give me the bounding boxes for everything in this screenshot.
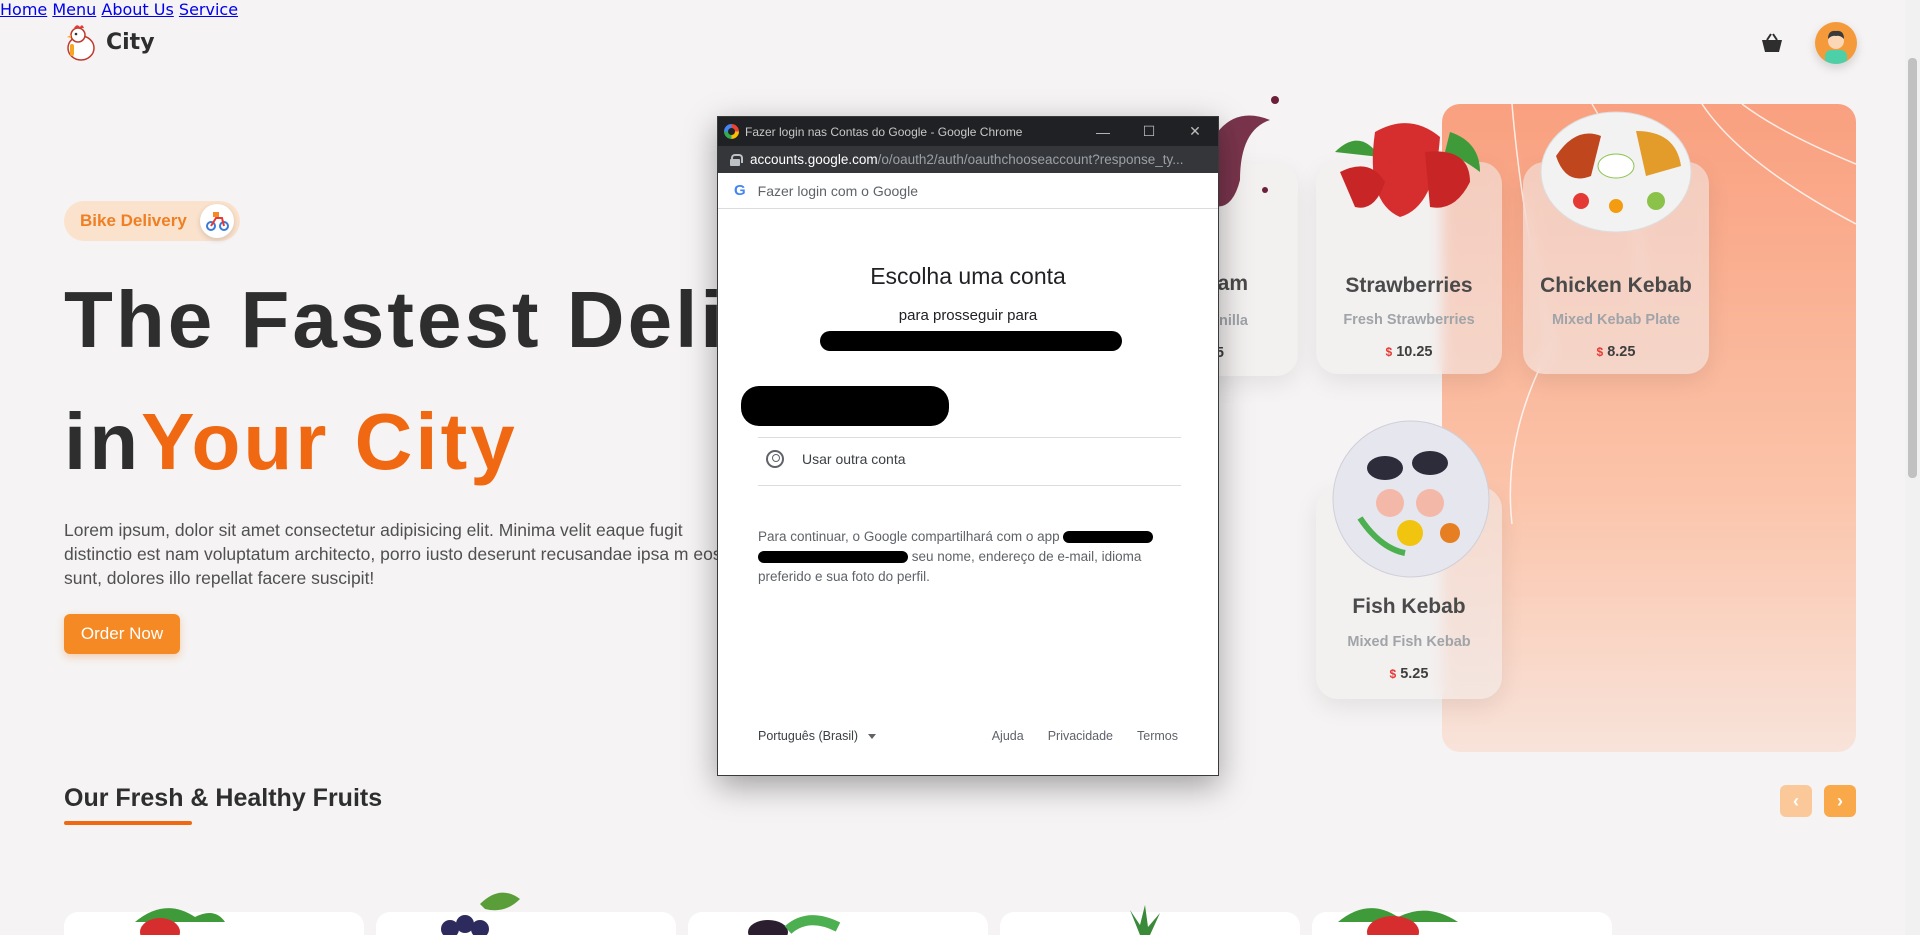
nav-service[interactable]: Service <box>179 0 238 19</box>
chrome-google-icon <box>724 124 739 139</box>
choose-account-title: Escolha uma conta <box>870 263 1066 289</box>
strawberries-image <box>1335 123 1480 217</box>
language-select[interactable]: Português (Brasil) <box>758 729 877 743</box>
fruit-pineapple-image <box>1130 905 1160 935</box>
fruit-strawberry-image-2 <box>1338 908 1458 935</box>
google-g-icon: G <box>734 182 746 199</box>
order-now-button[interactable]: Order Now <box>64 614 180 654</box>
fruit-grapes-image <box>441 892 520 935</box>
bike-delivery-badge: Bike Delivery <box>64 201 240 241</box>
popup-titlebar[interactable]: Fazer login nas Contas do Google - Googl… <box>718 117 1218 146</box>
popup-footer: Português (Brasil) Ajuda Privacidade Ter… <box>758 729 1178 743</box>
card-price: $5.25 <box>1316 666 1502 682</box>
close-icon[interactable]: ✕ <box>1172 117 1218 146</box>
currency-symbol: $ <box>1596 345 1604 359</box>
chicken-kebab-image <box>1540 111 1692 233</box>
lock-icon <box>730 153 743 166</box>
terms-link[interactable]: Termos <box>1137 729 1178 743</box>
minimize-icon[interactable]: — <box>1080 117 1126 146</box>
redacted-app-inline <box>1063 531 1154 544</box>
url-path: /o/oauth2/auth/oauthchooseaccount?respon… <box>877 152 1184 167</box>
redacted-app-inline-2 <box>758 551 908 564</box>
signin-header-label: Fazer login com o Google <box>757 182 918 199</box>
badge-label: Bike Delivery <box>80 211 187 230</box>
hero-title-line2: inYour City <box>64 394 518 490</box>
brand-logo[interactable]: City <box>64 22 155 62</box>
consent-text-start: Para continuar, o Google compartilhará c… <box>758 529 1060 544</box>
use-another-account-button[interactable]: Usar outra conta <box>758 435 1181 483</box>
google-signin-popup[interactable]: Fazer login nas Contas do Google - Googl… <box>717 116 1219 776</box>
brand-name: City <box>106 29 155 55</box>
price-value: 10.25 <box>1396 344 1433 360</box>
nav-about-us[interactable]: About Us <box>101 0 173 19</box>
avatar-icon <box>1825 30 1847 64</box>
fruit-blackberry-image <box>748 915 841 935</box>
redacted-app-name <box>820 331 1122 351</box>
scrollbar-thumb[interactable] <box>1908 58 1917 478</box>
fruit-strawberry-image <box>135 908 225 935</box>
signin-header: G Fazer login com o Google <box>718 173 1218 209</box>
hero-title-highlight: Your City <box>141 397 518 486</box>
url-host: accounts.google.com <box>750 152 878 167</box>
privacy-link[interactable]: Privacidade <box>1048 729 1113 743</box>
caret-down-icon <box>868 733 877 739</box>
currency-symbol: $ <box>1389 667 1397 681</box>
section-title-underline <box>64 821 192 825</box>
carousel-prev-button[interactable]: ‹ <box>1780 785 1812 817</box>
popup-url-bar[interactable]: accounts.google.com/o/oauth2/auth/oauthc… <box>718 146 1218 173</box>
nav-home[interactable]: Home <box>0 0 47 19</box>
main-nav: Home Menu About Us Service <box>0 0 1920 19</box>
basket-icon[interactable] <box>1760 32 1784 54</box>
card-price: $8.25 <box>1523 344 1709 360</box>
footer-links: Ajuda Privacidade Termos <box>992 729 1178 743</box>
help-link[interactable]: Ajuda <box>992 729 1024 743</box>
card-price: $10.25 <box>1316 344 1502 360</box>
chicken-logo-icon <box>67 25 95 61</box>
fish-kebab-image <box>1332 420 1490 578</box>
card-subtitle: Mixed Fish Kebab <box>1347 634 1471 650</box>
card-name: Chicken Kebab <box>1540 274 1692 297</box>
consent-text: Para continuar, o Google compartilhará c… <box>758 527 1183 587</box>
language-label: Português (Brasil) <box>758 729 859 743</box>
choose-account-subtitle: para prosseguir para <box>898 307 1038 324</box>
redacted-account[interactable] <box>741 386 949 426</box>
card-name: Strawberries <box>1345 274 1473 297</box>
price-value: 5.25 <box>1400 666 1429 682</box>
popup-window-title: Fazer login nas Contas do Google - Googl… <box>745 124 1023 139</box>
price-value: 8.25 <box>1607 344 1636 360</box>
divider <box>758 485 1181 486</box>
account-circle-icon <box>766 450 784 468</box>
card-name: Fish Kebab <box>1352 595 1466 618</box>
card-subtitle: Mixed Kebab Plate <box>1551 312 1681 328</box>
hero-description: Lorem ipsum, dolor sit amet consectetur … <box>64 520 722 588</box>
nav-menu[interactable]: Menu <box>52 0 96 19</box>
scooter-icon <box>200 204 234 238</box>
user-avatar[interactable] <box>1815 22 1857 64</box>
hero-title-in: in <box>64 397 142 486</box>
use-another-account-label: Usar outra conta <box>802 451 906 467</box>
card-subtitle: Fresh Strawberries <box>1343 312 1475 328</box>
maximize-icon[interactable]: ☐ <box>1126 117 1172 146</box>
section-title: Our Fresh & Healthy Fruits <box>64 784 383 812</box>
hero-title-line1: The Fastest Deliv <box>64 275 774 364</box>
carousel-next-button[interactable]: › <box>1824 785 1856 817</box>
currency-symbol: $ <box>1385 345 1393 359</box>
